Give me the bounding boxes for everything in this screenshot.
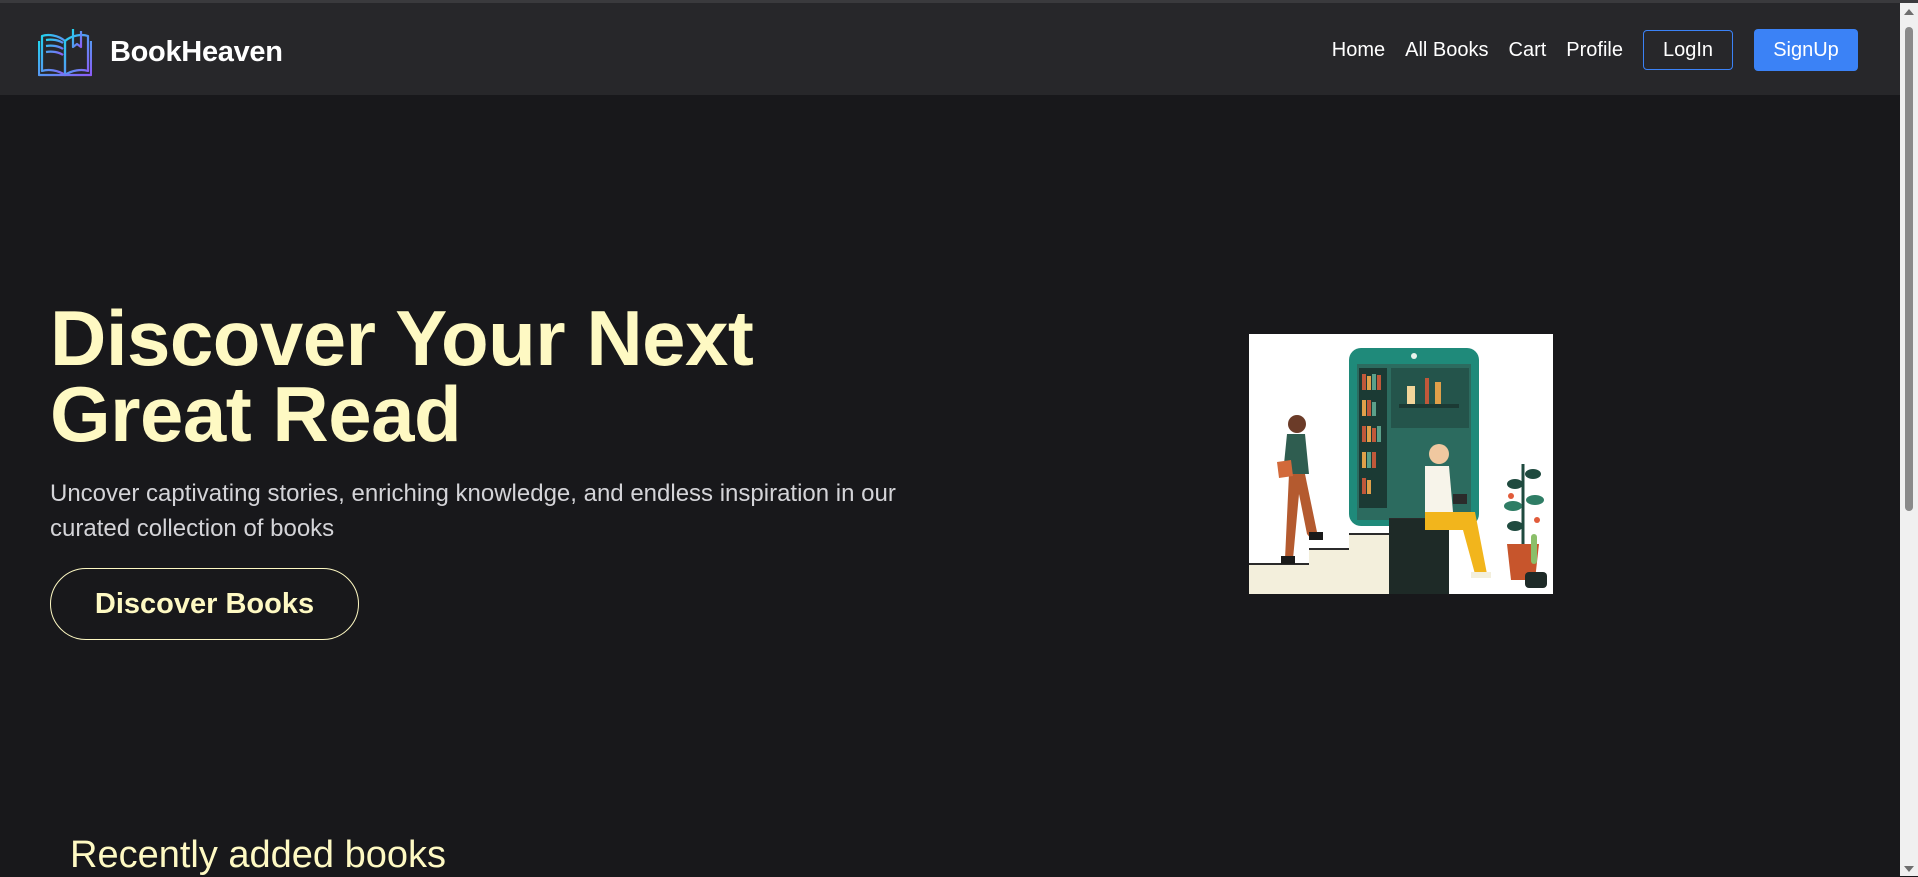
scroll-thumb[interactable] (1905, 27, 1913, 511)
scroll-up-arrow-icon[interactable] (1904, 9, 1914, 15)
nav-menu: Home All Books Cart Profile LogIn SignUp (1332, 29, 1900, 71)
reading-illustration (1249, 348, 1547, 594)
brand-name: BookHeaven (110, 35, 283, 68)
hero-title: Discover Your Next Great Read (50, 294, 754, 458)
hero-illustration (1249, 334, 1553, 594)
discover-books-button[interactable]: Discover Books (50, 568, 359, 640)
nav-link-all-books[interactable]: All Books (1405, 39, 1488, 62)
nav-link-home[interactable]: Home (1332, 39, 1385, 62)
navbar: BookHeaven Home All Books Cart Profile L… (0, 3, 1900, 95)
nav-link-cart[interactable]: Cart (1509, 39, 1547, 62)
nav-link-profile[interactable]: Profile (1566, 39, 1623, 62)
open-book-icon (38, 29, 92, 77)
signup-button[interactable]: SignUp (1754, 29, 1858, 71)
recently-added-title: Recently added books (70, 834, 447, 876)
scroll-down-arrow-icon[interactable] (1904, 866, 1914, 872)
brand[interactable]: BookHeaven (38, 27, 283, 77)
hero-subtitle: Uncover captivating stories, enriching k… (50, 480, 896, 542)
page-scrollbar[interactable] (1900, 3, 1918, 876)
login-button[interactable]: LogIn (1643, 30, 1733, 70)
